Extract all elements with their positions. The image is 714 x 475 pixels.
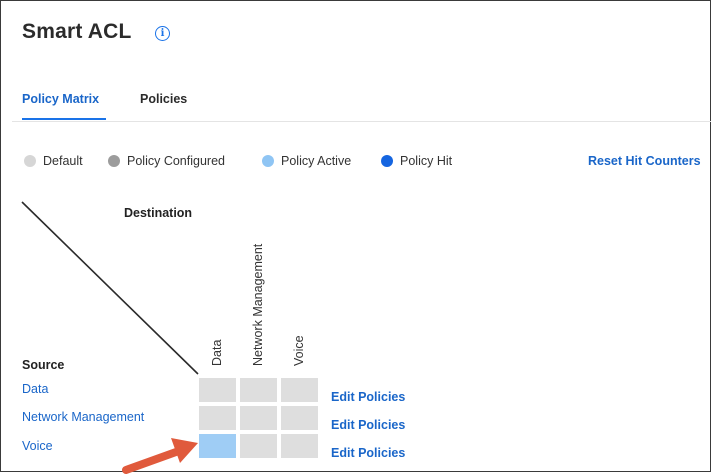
callout-arrow-icon (122, 438, 198, 474)
